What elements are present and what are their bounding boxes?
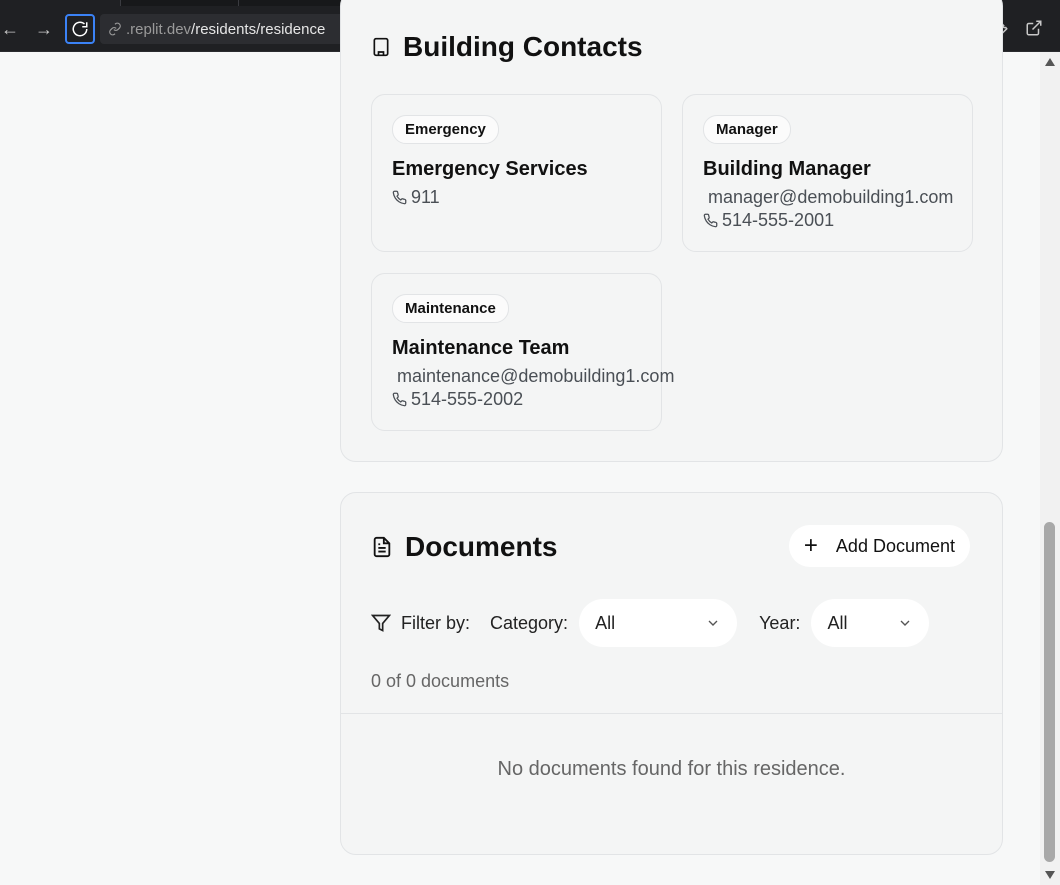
contact-badge: Maintenance [392, 294, 509, 323]
link-icon [109, 22, 121, 36]
back-icon[interactable]: ← [0, 15, 24, 43]
year-label: Year: [759, 612, 801, 633]
phone-icon [392, 392, 407, 407]
add-document-label: Add Document [835, 535, 955, 556]
building-icon [373, 37, 389, 57]
documents-heading: Documents [371, 531, 557, 563]
contact-name: Building Manager [703, 158, 871, 180]
contact-badge: Manager [703, 115, 791, 144]
contact-email[interactable]: maintenance@demobuilding1.com [392, 366, 674, 387]
category-label: Category: [490, 612, 569, 633]
contact-card-manager: Manager Building Manager manager@demobui… [682, 94, 973, 252]
filter-row: Filter by: Category: All Year: All [371, 599, 930, 647]
contact-card-maintenance: Maintenance Maintenance Team maintenance… [371, 273, 674, 431]
reload-icon [72, 21, 88, 37]
scroll-down-arrow[interactable] [1045, 871, 1055, 879]
document-icon [373, 536, 391, 558]
phone-number: 911 [411, 187, 440, 207]
filter-label: Filter by: [401, 612, 471, 633]
forward-icon[interactable]: → [30, 15, 58, 43]
year-value: All [827, 612, 848, 633]
plus-icon: + [803, 532, 818, 559]
contact-email[interactable]: manager@demobuilding1.com [703, 187, 953, 208]
year-select[interactable]: All [811, 599, 930, 647]
contact-badge: Emergency [392, 115, 499, 144]
documents-card: Documents + Add Document Filter by: Cate… [340, 492, 1003, 855]
document-count: 0 of 0 documents [371, 671, 510, 691]
empty-state-message: No documents found for this residence. [497, 758, 846, 780]
contact-phone[interactable]: 911 [392, 187, 641, 208]
divider [341, 713, 1002, 714]
category-select[interactable]: All [579, 599, 738, 647]
contacts-title: Building Contacts [403, 31, 643, 62]
external-link-icon[interactable] [1024, 18, 1044, 38]
phone-number: 514-555-2001 [722, 210, 835, 230]
contact-phone[interactable]: 514-555-2002 [392, 389, 641, 410]
contacts-heading: Building Contacts [371, 31, 643, 63]
reload-button[interactable] [65, 14, 95, 44]
url-path: /residents/residence [191, 20, 326, 38]
contact-card-emergency: Emergency Emergency Services 911 [371, 94, 662, 252]
page-scrollbar[interactable] [1040, 52, 1060, 885]
contact-name: Emergency Services [392, 158, 588, 180]
scroll-thumb[interactable] [1044, 522, 1055, 862]
chevron-down-icon [900, 620, 910, 626]
url-host: .replit.dev [126, 20, 192, 38]
chevron-down-icon [708, 620, 718, 626]
add-document-button[interactable]: + Add Document [788, 525, 970, 567]
phone-number: 514-555-2002 [411, 389, 524, 409]
contact-phone[interactable]: 514-555-2001 [703, 210, 952, 231]
category-value: All [595, 612, 616, 633]
documents-title: Documents [405, 531, 558, 562]
phone-icon [703, 213, 718, 228]
filter-icon [371, 614, 391, 632]
phone-icon [392, 190, 407, 205]
contact-name: Maintenance Team [392, 337, 570, 359]
scroll-up-arrow[interactable] [1045, 58, 1055, 66]
building-contacts-card: Building Contacts Emergency Emergency Se… [340, 0, 1003, 462]
